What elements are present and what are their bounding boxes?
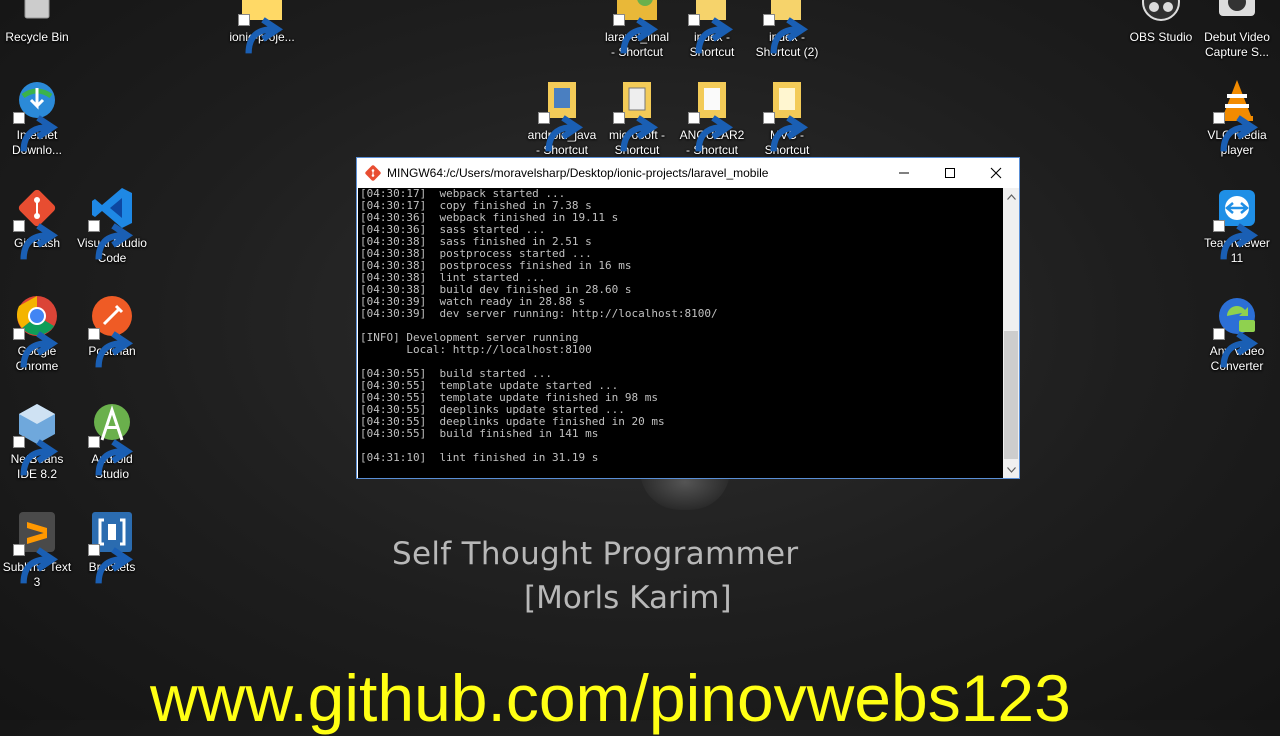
android-studio-icon <box>88 400 136 476</box>
desktop-icon-android-studio[interactable]: Android Studio <box>75 400 149 482</box>
mvc-shortcut-icon <box>763 76 811 152</box>
desktop-icon-index-shortcut-2[interactable]: index - Shortcut (2) <box>750 0 824 60</box>
index-shortcut-icon <box>688 0 736 54</box>
chevron-down-icon <box>1006 466 1016 473</box>
obs-studio-icon <box>1137 0 1185 26</box>
shortcut-arrow-icon <box>13 544 59 584</box>
shortcut-arrow-icon <box>1213 112 1259 152</box>
desktop-icon-postman[interactable]: Postman <box>75 292 149 368</box>
shortcut-arrow-icon <box>538 112 584 152</box>
terminal-line: Local: http://localhost:8100 <box>360 343 592 356</box>
desktop-icon-sublime-text[interactable]: Sublime Text 3 <box>0 508 74 590</box>
index-shortcut-2-icon <box>763 0 811 54</box>
minimize-icon <box>899 172 909 174</box>
minimize-button[interactable] <box>881 158 927 188</box>
maximize-icon <box>945 168 955 178</box>
terminal-line: [04:30:39] dev server running: http://lo… <box>360 307 718 320</box>
postman-icon <box>88 292 136 368</box>
desktop-icon-google-chrome[interactable]: Google Chrome <box>0 292 74 374</box>
sublime-text-icon <box>13 508 61 584</box>
close-button[interactable] <box>973 158 1019 188</box>
recycle-bin-icon <box>13 0 61 26</box>
scrollbar-thumb[interactable] <box>1004 331 1018 459</box>
desktop-icon-mvc-shortcut[interactable]: MVC - Shortcut <box>750 76 824 158</box>
desktop-icon-obs-studio[interactable]: OBS Studio <box>1124 0 1198 45</box>
visual-studio-code-icon <box>88 184 136 260</box>
desktop-icon-any-video-converter[interactable]: Any Video Converter <box>1200 292 1274 374</box>
angular2-shortcut-icon <box>688 76 736 152</box>
window-title: MINGW64:/c/Users/moravelsharp/Desktop/io… <box>387 166 769 180</box>
shortcut-arrow-icon <box>88 436 134 476</box>
shortcut-arrow-icon <box>763 112 809 152</box>
desktop-icon-netbeans[interactable]: NetBeans IDE 8.2 <box>0 400 74 482</box>
shortcut-arrow-icon <box>1213 328 1259 368</box>
chevron-up-icon <box>1006 193 1016 200</box>
microsoft-shortcut-icon <box>613 76 661 152</box>
ionic-projects-icon <box>238 0 286 54</box>
desktop-icon-angular2-shortcut[interactable]: ANGULAR2 - Shortcut <box>675 76 749 158</box>
any-video-converter-icon <box>1213 292 1261 368</box>
git-bash-icon <box>365 165 381 181</box>
brackets-icon <box>88 508 136 584</box>
scroll-down-button[interactable] <box>1003 461 1019 478</box>
desktop-icon-visual-studio-code[interactable]: Visual Studio Code <box>75 184 149 266</box>
github-url-caption: www.github.com/pinovwebs123 <box>150 661 1071 735</box>
shortcut-arrow-icon <box>688 112 734 152</box>
desktop-icon-internet-download-manager[interactable]: Internet Downlo... <box>0 76 74 158</box>
desktop-icon-microsoft-shortcut[interactable]: microsoft - Shortcut <box>600 76 674 158</box>
terminal-text: [04:30:17] webpack started ... [04:30:17]… <box>358 188 1003 464</box>
shortcut-arrow-icon <box>613 14 659 54</box>
shortcut-arrow-icon <box>238 14 284 54</box>
git-bash-icon <box>13 184 61 260</box>
shortcut-arrow-icon <box>13 436 59 476</box>
desktop-icon-label: Recycle Bin <box>5 30 69 44</box>
shortcut-arrow-icon <box>13 328 59 368</box>
desktop-icon-brackets[interactable]: Brackets <box>75 508 149 584</box>
terminal-line: [04:31:10] lint finished in 31.19 s <box>360 451 599 464</box>
terminal-window[interactable]: MINGW64:/c/Users/moravelsharp/Desktop/io… <box>356 157 1020 479</box>
teamviewer-icon <box>1213 184 1261 260</box>
desktop-icon-debut-video-capture[interactable]: Debut Video Capture S... <box>1200 0 1274 60</box>
desktop-icon-ionic-projects[interactable]: ionic-proje... <box>225 0 299 54</box>
shortcut-arrow-icon <box>13 220 59 260</box>
desktop-icon-git-bash[interactable]: Git Bash <box>0 184 74 260</box>
shortcut-arrow-icon <box>763 14 809 54</box>
desktop-icon-laravel-final-shortcut[interactable]: laravel_final - Shortcut <box>600 0 674 60</box>
vlc-media-player-icon <box>1213 76 1261 152</box>
debut-video-capture-icon <box>1213 0 1261 26</box>
desktop-icon-index-shortcut[interactable]: index - Shortcut <box>675 0 749 60</box>
desktop-icon-recycle-bin[interactable]: Recycle Bin <box>0 0 74 45</box>
brand-title: Self Thought Programmer <box>392 536 799 572</box>
scroll-up-button[interactable] <box>1003 188 1019 205</box>
shortcut-arrow-icon <box>13 112 59 152</box>
desktop-icon-vlc-media-player[interactable]: VLC media player <box>1200 76 1274 158</box>
netbeans-icon <box>13 400 61 476</box>
close-icon <box>990 167 1002 179</box>
window-titlebar[interactable]: MINGW64:/c/Users/moravelsharp/Desktop/io… <box>357 158 1019 188</box>
desktop-icon-label: Debut Video Capture S... <box>1204 30 1270 59</box>
maximize-button[interactable] <box>927 158 973 188</box>
shortcut-arrow-icon <box>88 220 134 260</box>
google-chrome-icon <box>13 292 61 368</box>
desktop-icon-label: OBS Studio <box>1129 30 1193 44</box>
brand-author: [Morls Karim] <box>524 580 732 616</box>
internet-download-manager-icon <box>13 76 61 152</box>
desktop-icon-android-java-shortcut[interactable]: android_java - Shortcut <box>525 76 599 158</box>
desktop-icon-teamviewer[interactable]: TeamViewer 11 <box>1200 184 1274 266</box>
terminal-line: [04:30:55] build finished in 141 ms <box>360 427 599 440</box>
shortcut-arrow-icon <box>613 112 659 152</box>
shortcut-arrow-icon <box>1213 220 1259 260</box>
vertical-scrollbar[interactable] <box>1003 188 1019 478</box>
shortcut-arrow-icon <box>88 544 134 584</box>
android-java-shortcut-icon <box>538 76 586 152</box>
terminal-output[interactable]: [04:30:17] webpack started ... [04:30:17]… <box>358 188 1003 478</box>
laravel-final-shortcut-icon <box>613 0 661 54</box>
shortcut-arrow-icon <box>88 328 134 368</box>
shortcut-arrow-icon <box>688 14 734 54</box>
